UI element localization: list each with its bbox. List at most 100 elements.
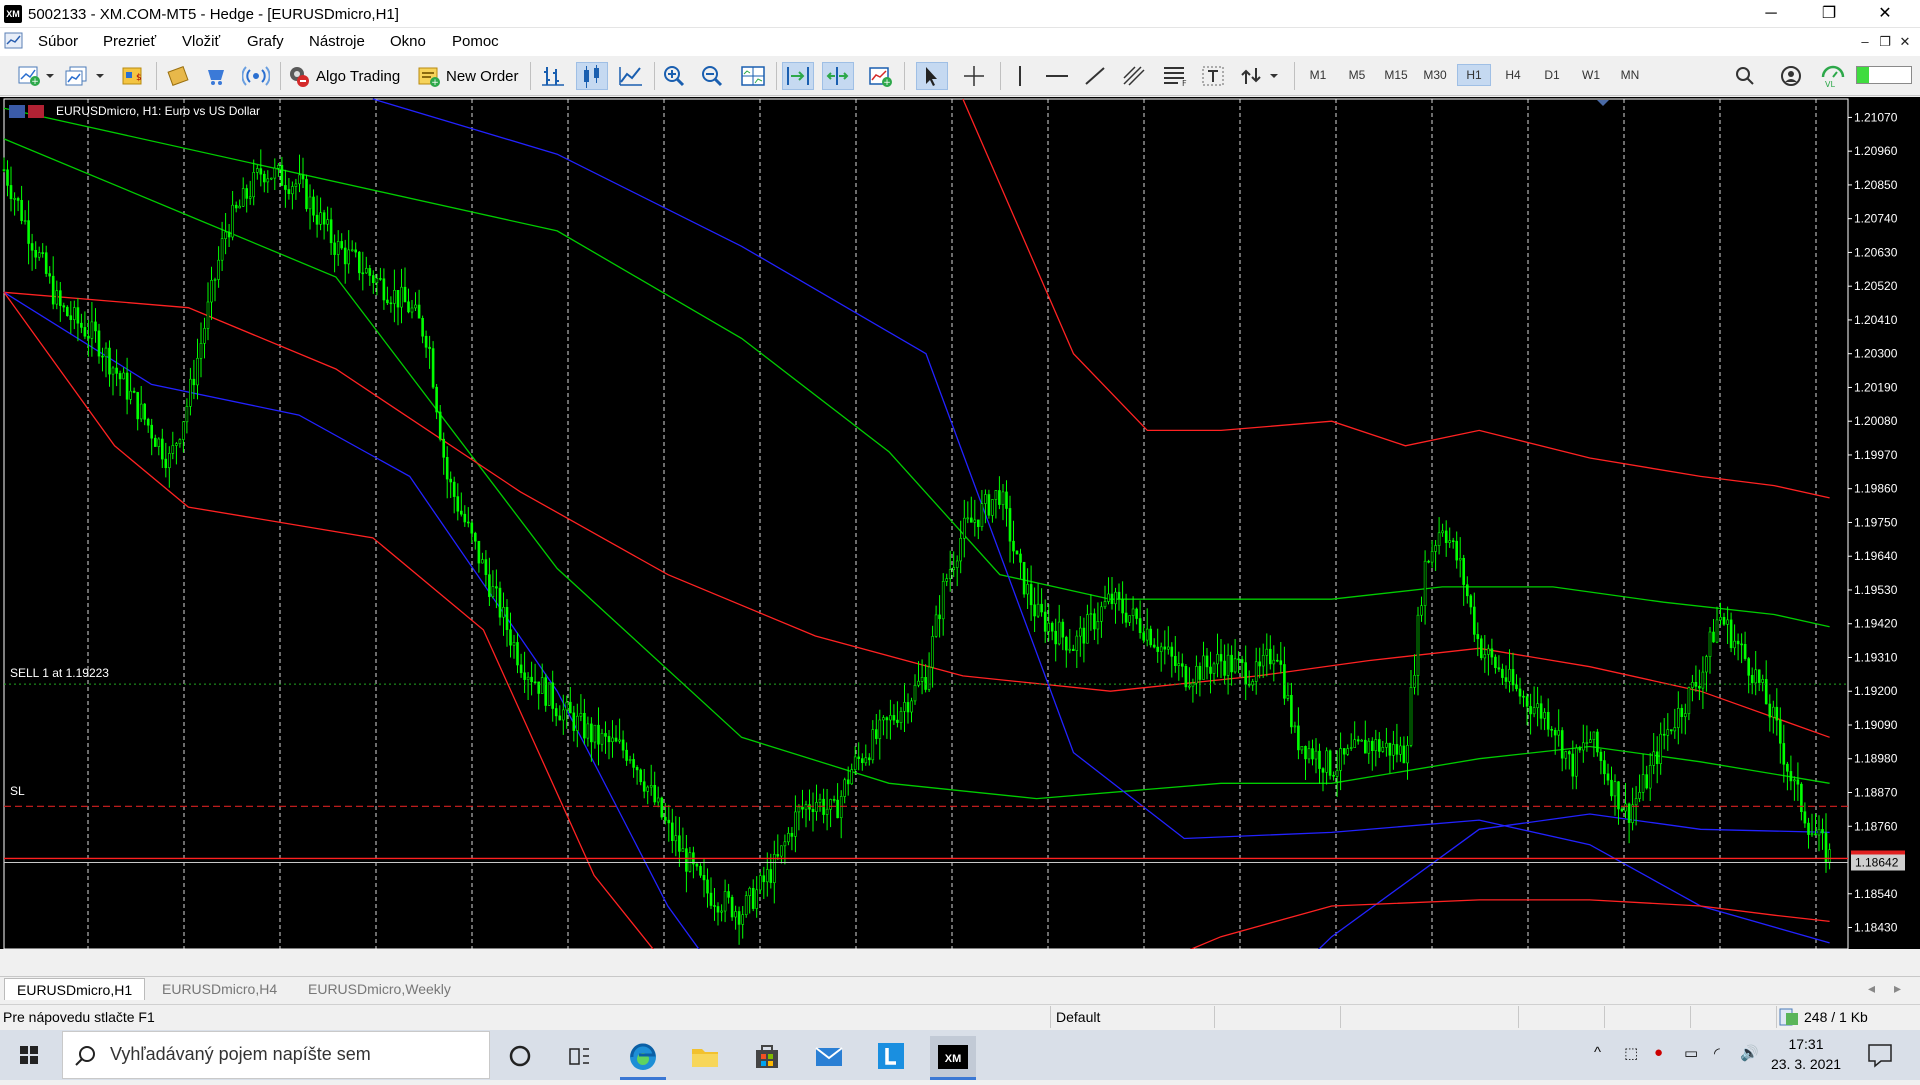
menu-subor[interactable]: Súbor xyxy=(38,33,78,50)
timeframe-w1[interactable]: W1 xyxy=(1574,64,1608,86)
start-button[interactable] xyxy=(0,1030,58,1080)
menu-grafy[interactable]: Grafy xyxy=(247,33,284,50)
bar-chart-button[interactable] xyxy=(538,62,568,90)
candle-body xyxy=(1733,640,1736,649)
fibonacci-tool-button[interactable]: F xyxy=(1158,62,1190,90)
minimize-button[interactable]: ─ xyxy=(1748,0,1794,28)
auto-scroll-button[interactable] xyxy=(782,62,814,90)
chart-window-icon[interactable] xyxy=(4,31,24,51)
horizontal-line-tool-button[interactable] xyxy=(1042,62,1072,90)
algo-trading-button[interactable]: Algo Trading xyxy=(286,62,408,90)
timeframe-h4[interactable]: H4 xyxy=(1496,64,1530,86)
mdi-restore-button[interactable]: ❐ xyxy=(1874,32,1896,52)
price-chart[interactable]: 1 Mar 20212 Mar 11:003 Mar 19:005 Mar 03… xyxy=(0,97,1920,949)
candle-body xyxy=(544,677,548,706)
mdi-close-button[interactable]: ✕ xyxy=(1894,32,1916,52)
tray-device-icon[interactable]: ⬚ xyxy=(1624,1044,1638,1062)
timeframe-d1[interactable]: D1 xyxy=(1535,64,1569,86)
battery-icon[interactable]: ▭ xyxy=(1684,1044,1698,1062)
timeframe-m5[interactable]: M5 xyxy=(1340,64,1374,86)
trendline-tool-button[interactable] xyxy=(1080,62,1110,90)
task-view-button[interactable] xyxy=(556,1036,602,1076)
candle-body xyxy=(73,307,76,321)
chart-shift-icon xyxy=(826,67,849,85)
tab-scroll-left-button[interactable]: ◂ xyxy=(1868,980,1875,997)
indicators-button[interactable]: + xyxy=(864,62,896,90)
clock-date[interactable]: 23. 3. 2021 xyxy=(1768,1056,1844,1072)
candle-body xyxy=(1349,747,1353,749)
candle-body xyxy=(481,559,484,564)
candle-body xyxy=(1124,612,1128,623)
clock-time[interactable]: 17:31 xyxy=(1774,1036,1838,1052)
candle-body xyxy=(488,574,491,598)
candle-body xyxy=(371,275,375,283)
metaeditor-button[interactable] xyxy=(164,62,194,90)
profile-name[interactable]: Default xyxy=(1056,1009,1100,1025)
menu-prezriet[interactable]: Prezrieť xyxy=(103,33,156,50)
menu-nastroje[interactable]: Nástroje xyxy=(309,33,365,50)
equidistant-channel-button[interactable] xyxy=(1118,62,1150,90)
store-button[interactable] xyxy=(744,1036,790,1076)
algo-trading-icon xyxy=(290,67,309,87)
y-axis-tick-label: 1.20850 xyxy=(1854,178,1898,192)
market-watch-button[interactable]: $ xyxy=(118,62,148,90)
menu-okno[interactable]: Okno xyxy=(390,33,426,50)
arrows-tool-button[interactable] xyxy=(1236,62,1284,90)
l-app-button[interactable] xyxy=(868,1036,914,1076)
timeframe-m1[interactable]: M1 xyxy=(1301,64,1335,86)
chart-shift-button[interactable] xyxy=(822,62,854,90)
tray-security-icon[interactable]: ● xyxy=(1654,1044,1663,1061)
connection-status-icon[interactable] xyxy=(1856,66,1912,84)
market-button[interactable] xyxy=(202,62,232,90)
edge-taskbar-button[interactable] xyxy=(620,1036,666,1080)
mail-button[interactable] xyxy=(806,1036,852,1076)
candle-body xyxy=(238,205,241,209)
tile-windows-button[interactable] xyxy=(738,62,768,90)
cortana-button[interactable] xyxy=(497,1036,543,1076)
new-order-button[interactable]: + New Order xyxy=(416,62,522,90)
text-tool-button[interactable] xyxy=(1198,62,1228,90)
zoom-in-button[interactable] xyxy=(660,62,690,90)
timeframe-m30[interactable]: M30 xyxy=(1418,64,1452,86)
candle-body xyxy=(632,759,635,768)
timeframe-h1[interactable]: H1 xyxy=(1457,64,1491,86)
notifications-icon[interactable] xyxy=(1866,1042,1894,1068)
candle-body xyxy=(572,712,576,731)
show-hidden-icons-button[interactable]: ^ xyxy=(1594,1044,1601,1061)
zoom-out-button[interactable] xyxy=(698,62,728,90)
candle-body xyxy=(1314,750,1318,760)
file-explorer-button[interactable] xyxy=(682,1036,728,1076)
close-button[interactable]: ✕ xyxy=(1862,0,1908,28)
tab-eurusd-h1[interactable]: EURUSDmicro,H1 xyxy=(4,978,146,1000)
timeframe-m15[interactable]: M15 xyxy=(1379,64,1413,86)
account-button[interactable] xyxy=(1776,62,1806,90)
menu-vlozit[interactable]: Vložiť xyxy=(182,33,220,50)
candle-body xyxy=(1174,655,1177,666)
candle-body xyxy=(1152,644,1156,648)
traffic-counter[interactable]: 248 / 1 Kb xyxy=(1804,1009,1868,1025)
vps-button[interactable]: VL xyxy=(1818,62,1848,90)
search-button[interactable] xyxy=(1730,62,1760,90)
vertical-line-tool-button[interactable] xyxy=(1008,62,1032,90)
tab-eurusd-weekly[interactable]: EURUSDmicro,Weekly xyxy=(296,978,463,1000)
candle-body xyxy=(1539,703,1543,719)
candle-body xyxy=(340,241,344,249)
cursor-tool-button[interactable] xyxy=(916,62,948,90)
candlestick-chart-button[interactable] xyxy=(576,62,608,90)
line-chart-button[interactable] xyxy=(616,62,646,90)
candle-body xyxy=(790,832,794,837)
candle-body xyxy=(449,478,453,483)
crosshair-tool-button[interactable] xyxy=(958,62,990,90)
xm-terminal-taskbar-button[interactable]: XM xyxy=(930,1036,976,1080)
signals-button[interactable] xyxy=(240,62,272,90)
mdi-minimize-button[interactable]: – xyxy=(1854,32,1876,52)
profiles-button[interactable] xyxy=(62,62,110,90)
menu-pomoc[interactable]: Pomoc xyxy=(452,33,499,50)
volume-icon[interactable]: 🔊 xyxy=(1740,1044,1759,1062)
tab-eurusd-h4[interactable]: EURUSDmicro,H4 xyxy=(150,978,289,1000)
tab-scroll-right-button[interactable]: ▸ xyxy=(1894,980,1901,997)
wifi-icon[interactable]: ◜ xyxy=(1714,1044,1720,1062)
timeframe-mn[interactable]: MN xyxy=(1613,64,1647,86)
maximize-button[interactable]: ❐ xyxy=(1806,0,1852,28)
new-chart-button[interactable]: + xyxy=(14,62,58,90)
